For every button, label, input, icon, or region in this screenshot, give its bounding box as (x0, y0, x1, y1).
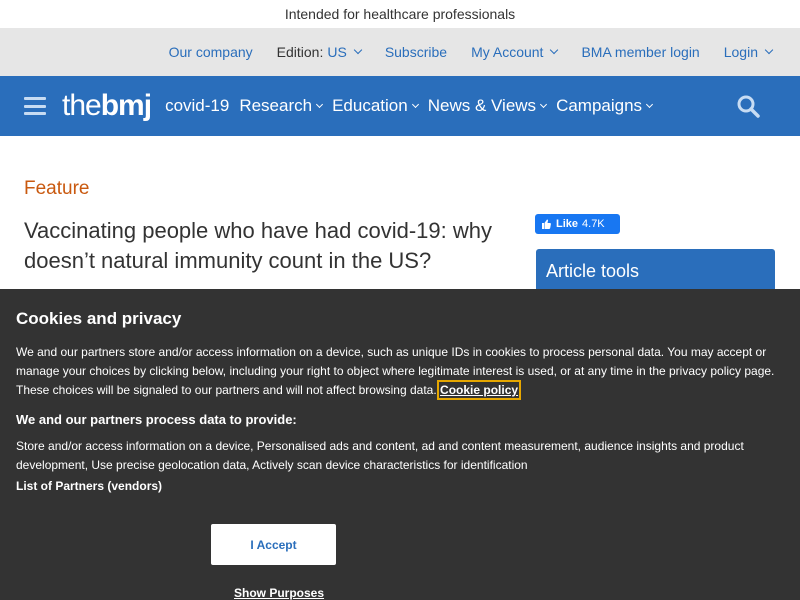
nav-item-news-views[interactable]: News & Views (427, 96, 548, 116)
article-type-label: Feature (24, 178, 90, 199)
nav-item-campaigns[interactable]: Campaigns (556, 96, 654, 116)
show-purposes-link[interactable]: Show Purposes (234, 586, 324, 600)
cookie-consent-banner: Cookies and privacy We and our partners … (0, 289, 800, 600)
logo-bold-text: bmj (100, 89, 152, 122)
like-count: 4.7K (582, 218, 605, 230)
chevron-down-icon (316, 100, 324, 109)
chevron-down-icon (764, 45, 774, 55)
article-tools-heading: Article tools (546, 261, 640, 281)
edition-selector[interactable]: Edition: US (276, 44, 363, 60)
nav-item-covid[interactable]: covid-19 (165, 96, 229, 116)
chevron-down-icon (646, 100, 654, 109)
audience-notice-text: Intended for healthcare professionals (284, 6, 516, 22)
purposes-text: Store and/or access information on a dev… (16, 439, 744, 472)
subscribe-label: Subscribe (384, 44, 448, 60)
chevron-down-icon (540, 100, 548, 109)
chevron-down-icon (411, 100, 419, 109)
chevron-down-icon (353, 45, 363, 55)
cookie-policy-link[interactable]: Cookie policy (437, 380, 522, 400)
like-label: Like (556, 218, 579, 230)
audience-notice-bar: Intended for healthcare professionals (0, 0, 800, 28)
logo-thin-text: the (62, 89, 102, 122)
purposes-heading: We and our partners process data to prov… (16, 412, 297, 427)
cookie-body: We and our partners store and/or access … (16, 343, 784, 400)
thumbs-up-icon (542, 219, 551, 229)
main-nav: thebmj covid-19 Research Education News … (0, 76, 800, 136)
cookie-heading: Cookies and privacy (16, 309, 182, 328)
bma-login-link[interactable]: BMA member login (581, 44, 699, 60)
bmj-logo[interactable]: thebmj (62, 89, 152, 123)
nav-item-label: covid-19 (165, 96, 230, 115)
menu-icon[interactable] (24, 97, 46, 115)
chevron-down-icon (550, 45, 559, 55)
nav-item-label: News & Views (427, 96, 537, 115)
facebook-like-button[interactable]: Like 4.7K (535, 214, 620, 234)
login-label: Login (723, 44, 758, 60)
utility-nav: Our company Edition: US Subscribe My Acc… (0, 28, 800, 76)
nav-item-label: Education (332, 96, 408, 115)
nav-item-research[interactable]: Research (239, 96, 324, 116)
cookie-body-text: We and our partners store and/or access … (16, 345, 775, 397)
nav-item-label: Research (239, 96, 313, 115)
login-menu[interactable]: Login (723, 44, 774, 60)
partners-link[interactable]: List of Partners (vendors) (16, 479, 784, 493)
subscribe-link[interactable]: Subscribe (385, 44, 447, 60)
my-account-menu[interactable]: My Account (471, 44, 559, 60)
our-company-link[interactable]: Our company (169, 44, 253, 60)
article-title: Vaccinating people who have had covid-19… (24, 218, 493, 273)
edition-value: US (327, 44, 347, 60)
search-icon[interactable] (736, 94, 760, 118)
nav-item-label: Campaigns (556, 96, 643, 115)
nav-item-education[interactable]: Education (332, 96, 419, 116)
edition-label: Edition: (276, 44, 324, 60)
bma-login-label: BMA member login (581, 44, 700, 60)
our-company-label: Our company (168, 44, 253, 60)
my-account-label: My Account (471, 44, 544, 60)
accept-button[interactable]: I Accept (211, 524, 336, 565)
